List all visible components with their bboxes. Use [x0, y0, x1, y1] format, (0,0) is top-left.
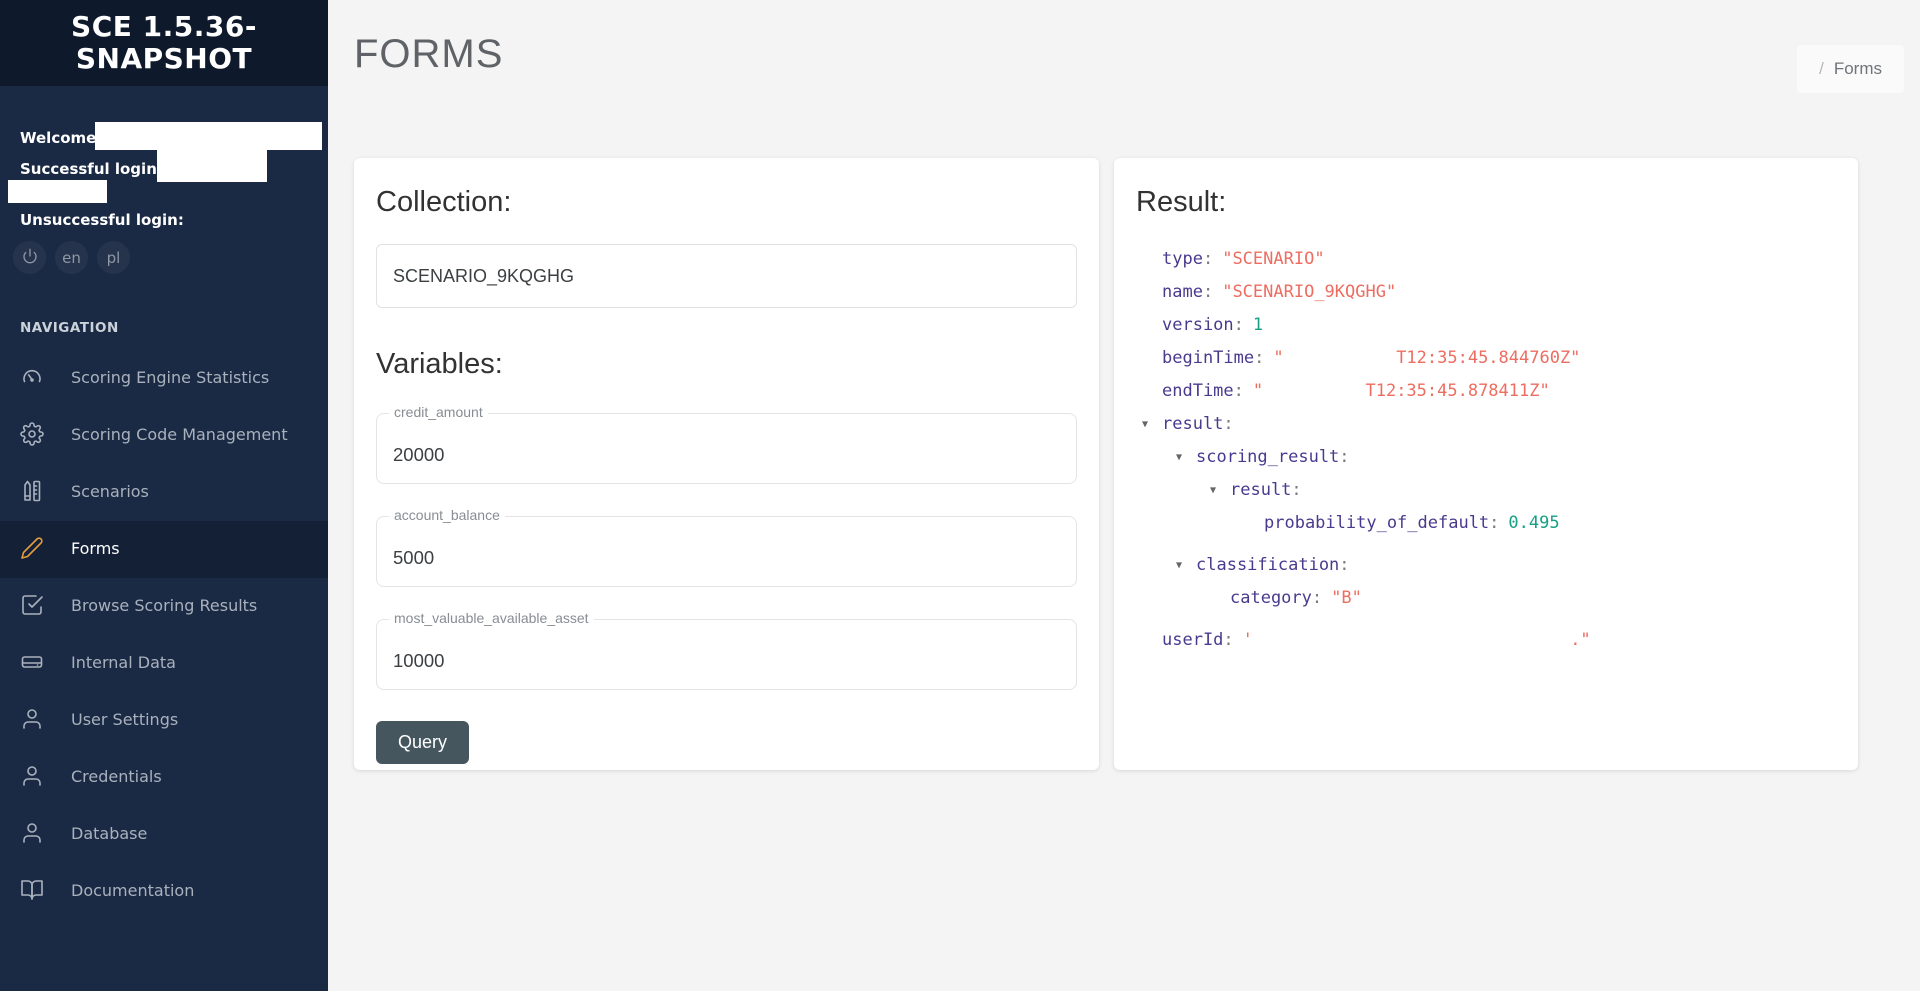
sidebar-item-label: Scoring Engine Statistics	[71, 368, 270, 387]
sidebar-item-scoring-code-management[interactable]: Scoring Code Management	[0, 407, 328, 464]
sidebar-item-internal-data[interactable]: Internal Data	[0, 635, 328, 692]
sidebar-item-label: Credentials	[71, 767, 162, 786]
sidebar-item-credentials[interactable]: Credentials	[0, 749, 328, 806]
sidebar-item-scenarios[interactable]: Scenarios	[0, 464, 328, 521]
gear-icon	[20, 422, 71, 446]
collapse-triangle-icon[interactable]: ▼	[1176, 441, 1196, 474]
breadcrumb-separator: /	[1819, 59, 1824, 78]
gauge-icon	[20, 368, 71, 387]
field-value: 5000	[393, 546, 435, 568]
navigation-list: Scoring Engine Statistics Scoring Code M…	[0, 350, 328, 920]
page-title: FORMS	[354, 32, 504, 76]
sidebar-item-browse-scoring-results[interactable]: Browse Scoring Results	[0, 578, 328, 635]
collapse-triangle-icon[interactable]: ▼	[1176, 549, 1196, 582]
unsuccessful-login-label: Unsuccessful login:	[20, 211, 184, 229]
sidebar-item-label: Documentation	[71, 881, 195, 900]
redaction-box	[95, 122, 322, 150]
sidebar-item-database[interactable]: Database	[0, 806, 328, 863]
json-line-scoring-result: ▼ scoring_result:	[1142, 441, 1836, 474]
json-line-result: ▼ result:	[1142, 408, 1836, 441]
json-line-begin-time: ▼beginTime:" T12:35:45.844760Z"	[1162, 348, 1581, 368]
hard-drive-icon	[20, 653, 71, 672]
app-title: SCE 1.5.36-SNAPSHOT	[71, 9, 257, 75]
user-info-block: Welcome, Successful login: Unsuccessful …	[0, 86, 328, 286]
field-label: account_balance	[389, 507, 505, 523]
collapse-triangle-icon[interactable]: ▼	[1210, 474, 1230, 507]
field-label: most_valuable_available_asset	[389, 610, 594, 626]
collection-heading: Collection:	[376, 186, 512, 218]
collection-input[interactable]: SCENARIO_9KQGHG	[376, 244, 1077, 308]
user-icon	[20, 823, 71, 843]
collapse-triangle-icon[interactable]: ▼	[1142, 408, 1162, 441]
sidebar-item-label: User Settings	[71, 710, 179, 729]
query-button[interactable]: Query	[376, 721, 470, 764]
sidebar-item-user-settings[interactable]: User Settings	[0, 692, 328, 749]
json-line-inner-result: ▼ result:	[1142, 474, 1836, 507]
json-result-view: ▼type:"SCENARIO" ▼name:"SCENARIO_9KQGHG"…	[1136, 243, 1836, 657]
breadcrumb: / Forms	[1797, 45, 1904, 93]
most-valuable-available-asset-input[interactable]: most_valuable_available_asset 10000	[376, 610, 1077, 690]
collection-card: Collection: SCENARIO_9KQGHG Variables: c…	[354, 158, 1099, 770]
sidebar-item-label: Forms	[71, 539, 120, 558]
redaction-box	[8, 180, 107, 203]
json-line-end-time: ▼endTime:" T12:35:45.878411Z"	[1162, 381, 1550, 401]
user-icon	[20, 709, 71, 729]
successful-login-label: Successful login:	[20, 160, 163, 178]
json-line-category: ▼category:"B"	[1230, 588, 1362, 608]
sidebar-item-label: Scenarios	[71, 482, 149, 501]
logout-button[interactable]	[13, 241, 46, 274]
user-icon	[20, 766, 71, 786]
sidebar: SCE 1.5.36-SNAPSHOT Welcome, Successful …	[0, 0, 328, 991]
sidebar-item-scoring-engine-statistics[interactable]: Scoring Engine Statistics	[0, 350, 328, 407]
sidebar-item-label: Database	[71, 824, 148, 843]
field-value: 20000	[393, 443, 445, 465]
navigation-header: NAVIGATION	[20, 320, 119, 336]
sidebar-item-documentation[interactable]: Documentation	[0, 863, 328, 920]
lang-pl-button[interactable]: pl	[97, 241, 130, 274]
check-square-icon	[20, 595, 71, 615]
sidebar-item-label: Browse Scoring Results	[71, 596, 258, 615]
result-heading: Result:	[1136, 186, 1227, 218]
sidebar-item-label: Internal Data	[71, 653, 176, 672]
credit-amount-input[interactable]: credit_amount 20000	[376, 404, 1077, 484]
app-title-bar: SCE 1.5.36-SNAPSHOT	[0, 0, 328, 86]
json-line-type: ▼type:"SCENARIO"	[1162, 249, 1325, 269]
field-label: credit_amount	[389, 404, 488, 420]
field-value: 10000	[393, 649, 445, 671]
result-card: Result: ▼type:"SCENARIO" ▼name:"SCENARIO…	[1114, 158, 1858, 770]
json-line-user-id: ▼userId:' ."	[1162, 630, 1591, 650]
redaction-box	[157, 149, 267, 182]
power-icon	[22, 248, 38, 268]
lang-en-button[interactable]: en	[55, 241, 88, 274]
account-balance-input[interactable]: account_balance 5000	[376, 507, 1077, 587]
json-line-version: ▼version:1	[1162, 315, 1264, 335]
main-content: FORMS / Forms Collection: SCENARIO_9KQGH…	[328, 0, 1920, 991]
sidebar-item-forms[interactable]: Forms	[0, 521, 328, 578]
pencil-ruler-icon	[20, 480, 71, 502]
cards-row: Collection: SCENARIO_9KQGHG Variables: c…	[354, 158, 1858, 770]
json-line-classification: ▼ classification:	[1142, 549, 1836, 582]
json-line-name: ▼name:"SCENARIO_9KQGHG"	[1162, 282, 1397, 302]
variables-heading: Variables:	[376, 348, 503, 380]
book-open-icon	[20, 880, 71, 900]
sidebar-item-label: Scoring Code Management	[71, 425, 288, 444]
json-line-probability-of-default: ▼probability_of_default:0.495	[1264, 513, 1560, 533]
breadcrumb-current[interactable]: Forms	[1834, 59, 1882, 79]
session-buttons: en pl	[13, 241, 130, 274]
welcome-label: Welcome,	[20, 129, 103, 147]
pen-icon	[20, 537, 71, 559]
